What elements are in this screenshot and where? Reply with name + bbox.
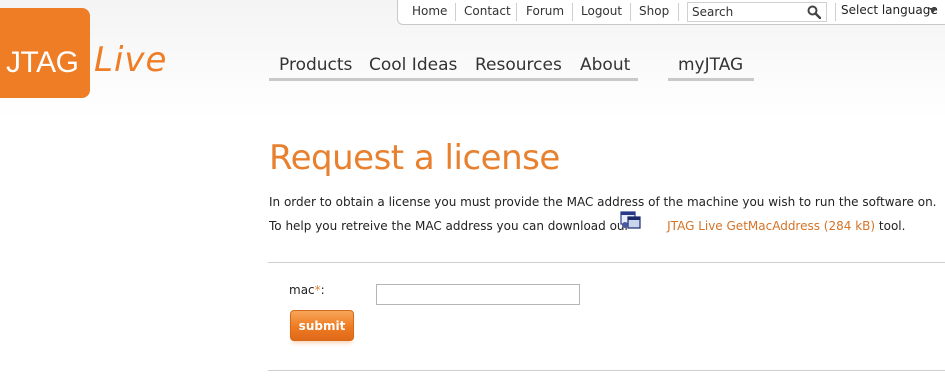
forum-link[interactable]: Forum <box>526 4 564 18</box>
search-icon[interactable] <box>807 5 821 19</box>
download-text: To help you retreive the MAC address you… <box>269 219 905 233</box>
chevron-down-icon[interactable] <box>929 8 937 14</box>
nav-underline <box>269 78 638 81</box>
divider <box>630 3 631 21</box>
language-select[interactable]: Select language <box>841 3 938 17</box>
program-icon[interactable] <box>619 210 643 230</box>
divider <box>678 3 679 21</box>
nav-item-about[interactable]: About <box>580 55 630 75</box>
logout-link[interactable]: Logout <box>581 4 622 18</box>
get-mac-address-link[interactable]: JTAG Live GetMacAddress (284 kB) <box>667 219 875 233</box>
label-colon: : <box>320 283 325 297</box>
divider <box>268 370 945 371</box>
contact-link[interactable]: Contact <box>464 4 511 18</box>
download-text-suffix: tool. <box>878 219 906 233</box>
search-box <box>687 2 827 22</box>
mac-input[interactable] <box>376 284 580 305</box>
nav-item-myjtag[interactable]: myJTAG <box>678 55 743 75</box>
download-text-prefix: To help you retreive the MAC address you… <box>269 219 630 233</box>
page-title: Request a license <box>269 138 560 178</box>
instructions-text: In order to obtain a license you must pr… <box>269 195 937 209</box>
main-nav: Products Cool Ideas Resources About myJT… <box>0 55 945 83</box>
divider <box>572 3 573 21</box>
divider <box>516 3 517 21</box>
nav-item-products[interactable]: Products <box>279 55 352 75</box>
divider <box>268 262 945 263</box>
mac-label: mac*: <box>289 283 325 297</box>
nav-item-resources[interactable]: Resources <box>475 55 562 75</box>
nav-item-cool-ideas[interactable]: Cool Ideas <box>369 55 457 75</box>
divider <box>455 3 456 21</box>
divider <box>835 3 836 21</box>
utility-nav: Home Contact Forum Logout Shop Select la… <box>397 0 945 25</box>
search-input[interactable] <box>692 4 802 19</box>
shop-link[interactable]: Shop <box>639 4 669 18</box>
submit-button[interactable]: submit <box>290 310 354 341</box>
mac-label-text: mac <box>289 283 315 297</box>
home-link[interactable]: Home <box>412 4 447 18</box>
account-nav-underline <box>668 78 754 81</box>
